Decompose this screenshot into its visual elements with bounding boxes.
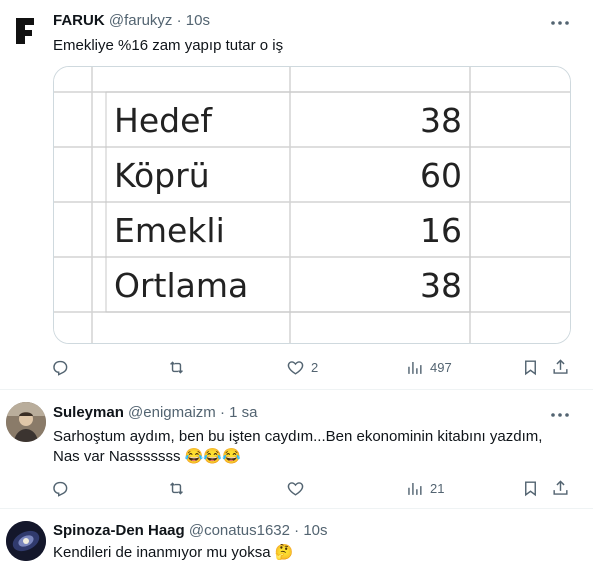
bookmark-button[interactable] xyxy=(521,476,540,500)
like-button[interactable] xyxy=(286,476,305,500)
user-photo-icon xyxy=(6,402,46,442)
timestamp[interactable]: 10s xyxy=(303,522,327,539)
reply-button[interactable] xyxy=(50,355,69,379)
avatar-suleyman[interactable] xyxy=(6,402,46,442)
like-button[interactable]: 2 xyxy=(286,355,318,379)
cell-label-emekli: Emekli xyxy=(114,211,225,250)
cell-label-ortlama: Ortlama xyxy=(114,266,249,305)
like-count: 2 xyxy=(311,359,319,375)
tweet-3: Spinoza-Den Haag @conatus1632 · 10s Kend… xyxy=(0,509,593,570)
display-name[interactable]: Suleyman xyxy=(53,404,124,421)
cell-value-kopru: 60 xyxy=(420,156,462,195)
bookmark-icon xyxy=(525,359,536,375)
timestamp[interactable]: 1 sa xyxy=(229,404,257,421)
tweet-text: Kendileri de inanmıyor mu yoksa 🤔 xyxy=(53,544,294,561)
views-icon xyxy=(408,361,422,374)
tweet-3-header: Spinoza-Den Haag @conatus1632 · 10s xyxy=(53,522,328,539)
reply-icon xyxy=(53,481,68,497)
tweet-image[interactable]: Hedef 38 Köprü 60 Emekli 16 Ortlama 38 xyxy=(53,66,571,344)
retweet-button[interactable] xyxy=(167,355,186,379)
tweet-1-actions: 2 497 xyxy=(50,355,580,379)
views-button[interactable]: 497 xyxy=(405,355,452,379)
bookmark-icon xyxy=(525,480,536,496)
handle[interactable]: @enigmaizm xyxy=(128,404,216,421)
handle[interactable]: @conatus1632 xyxy=(189,522,290,539)
more-icon[interactable] xyxy=(549,13,571,33)
share-button[interactable] xyxy=(551,476,570,500)
share-button[interactable] xyxy=(551,355,570,379)
display-name[interactable]: Spinoza-Den Haag xyxy=(53,522,185,539)
tweet-2-header: Suleyman @enigmaizm · 1 sa xyxy=(53,404,258,421)
galaxy-photo-icon xyxy=(6,521,46,561)
avatar-spinoza[interactable] xyxy=(6,521,46,561)
tweet-text: Emekliye %16 zam yapıp tutar o iş xyxy=(53,37,284,54)
views-button[interactable]: 21 xyxy=(405,476,444,500)
share-icon xyxy=(553,358,568,374)
cell-value-hedef: 38 xyxy=(420,101,462,140)
tweet-text-line-2: Nas var Nasssssss 😂😂😂 xyxy=(53,448,241,465)
timestamp[interactable]: 10s xyxy=(186,12,210,29)
bookmark-button[interactable] xyxy=(521,355,540,379)
handle[interactable]: @farukyz xyxy=(109,12,173,29)
reply-icon xyxy=(53,360,68,376)
separator: · xyxy=(219,404,225,421)
tweet-text-line-1: Sarhoştum aydım, ben bu işten caydım...B… xyxy=(53,428,543,445)
views-icon xyxy=(408,482,422,495)
tweet-1-header: FARUK @farukyz · 10s xyxy=(53,12,210,29)
cell-value-ortlama: 38 xyxy=(420,266,462,305)
separator: · xyxy=(176,12,182,29)
like-icon xyxy=(287,360,304,375)
separator: · xyxy=(294,522,300,539)
logo-f-icon xyxy=(16,18,34,44)
share-icon xyxy=(553,479,568,495)
avatar-faruk[interactable] xyxy=(6,10,46,50)
views-count: 21 xyxy=(430,480,445,496)
more-icon[interactable] xyxy=(549,405,571,425)
display-name[interactable]: FARUK xyxy=(53,12,105,29)
reply-button[interactable] xyxy=(50,476,69,500)
retweet-icon xyxy=(170,360,183,374)
cell-label-hedef: Hedef xyxy=(114,101,212,140)
like-icon xyxy=(287,481,304,496)
cell-value-emekli: 16 xyxy=(420,211,462,250)
retweet-button[interactable] xyxy=(167,476,186,500)
retweet-icon xyxy=(170,481,183,495)
views-count: 497 xyxy=(430,359,452,375)
tweet-1: FARUK @farukyz · 10s Emekliye %16 zam ya… xyxy=(0,0,593,388)
cell-label-kopru: Köprü xyxy=(114,156,210,195)
tweet-2: Suleyman @enigmaizm · 1 sa Sarhoştum ayd… xyxy=(0,390,593,508)
tweet-2-actions: 21 xyxy=(50,476,580,500)
